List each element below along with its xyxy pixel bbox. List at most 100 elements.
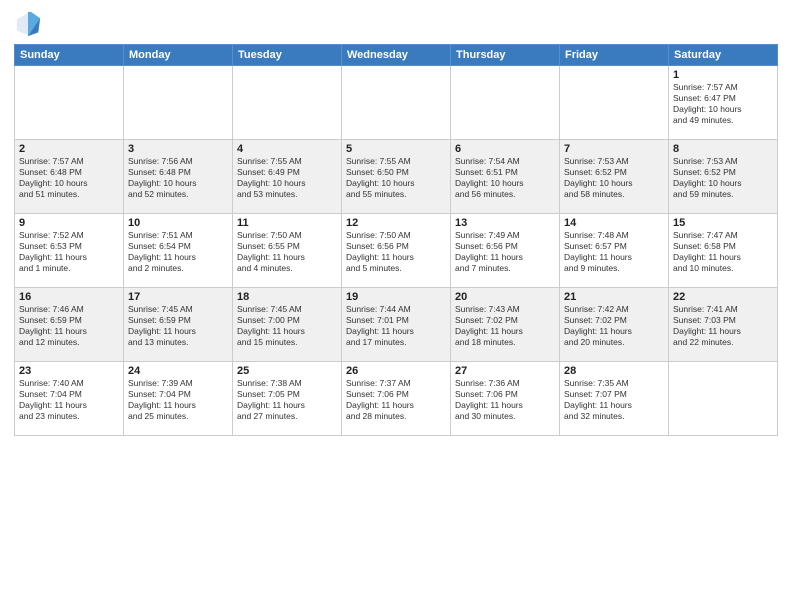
day-info: Sunrise: 7:41 AM Sunset: 7:03 PM Dayligh… [673, 304, 773, 348]
calendar-week-row: 16Sunrise: 7:46 AM Sunset: 6:59 PM Dayli… [15, 288, 778, 362]
day-number: 27 [455, 365, 555, 377]
day-info: Sunrise: 7:55 AM Sunset: 6:50 PM Dayligh… [346, 156, 446, 200]
day-info: Sunrise: 7:49 AM Sunset: 6:56 PM Dayligh… [455, 230, 555, 274]
calendar-cell: 22Sunrise: 7:41 AM Sunset: 7:03 PM Dayli… [669, 288, 778, 362]
calendar-cell: 28Sunrise: 7:35 AM Sunset: 7:07 PM Dayli… [560, 362, 669, 436]
calendar-cell: 15Sunrise: 7:47 AM Sunset: 6:58 PM Dayli… [669, 214, 778, 288]
calendar-cell [342, 66, 451, 140]
day-number: 4 [237, 143, 337, 155]
day-number: 18 [237, 291, 337, 303]
calendar-cell [669, 362, 778, 436]
calendar-cell: 17Sunrise: 7:45 AM Sunset: 6:59 PM Dayli… [124, 288, 233, 362]
day-number: 5 [346, 143, 446, 155]
day-info: Sunrise: 7:45 AM Sunset: 7:00 PM Dayligh… [237, 304, 337, 348]
day-info: Sunrise: 7:42 AM Sunset: 7:02 PM Dayligh… [564, 304, 664, 348]
calendar-cell: 11Sunrise: 7:50 AM Sunset: 6:55 PM Dayli… [233, 214, 342, 288]
day-number: 12 [346, 217, 446, 229]
day-number: 13 [455, 217, 555, 229]
day-number: 28 [564, 365, 664, 377]
calendar-cell: 7Sunrise: 7:53 AM Sunset: 6:52 PM Daylig… [560, 140, 669, 214]
day-number: 19 [346, 291, 446, 303]
calendar-cell [15, 66, 124, 140]
calendar-cell: 18Sunrise: 7:45 AM Sunset: 7:00 PM Dayli… [233, 288, 342, 362]
calendar-cell: 23Sunrise: 7:40 AM Sunset: 7:04 PM Dayli… [15, 362, 124, 436]
day-info: Sunrise: 7:56 AM Sunset: 6:48 PM Dayligh… [128, 156, 228, 200]
calendar-cell: 6Sunrise: 7:54 AM Sunset: 6:51 PM Daylig… [451, 140, 560, 214]
day-number: 9 [19, 217, 119, 229]
calendar-header-monday: Monday [124, 45, 233, 66]
calendar-cell: 8Sunrise: 7:53 AM Sunset: 6:52 PM Daylig… [669, 140, 778, 214]
calendar-header-sunday: Sunday [15, 45, 124, 66]
day-info: Sunrise: 7:50 AM Sunset: 6:55 PM Dayligh… [237, 230, 337, 274]
calendar-header-tuesday: Tuesday [233, 45, 342, 66]
day-number: 22 [673, 291, 773, 303]
calendar-cell [560, 66, 669, 140]
calendar-cell: 16Sunrise: 7:46 AM Sunset: 6:59 PM Dayli… [15, 288, 124, 362]
day-info: Sunrise: 7:53 AM Sunset: 6:52 PM Dayligh… [673, 156, 773, 200]
calendar-cell: 14Sunrise: 7:48 AM Sunset: 6:57 PM Dayli… [560, 214, 669, 288]
day-number: 6 [455, 143, 555, 155]
calendar-week-row: 1Sunrise: 7:57 AM Sunset: 6:47 PM Daylig… [15, 66, 778, 140]
day-number: 14 [564, 217, 664, 229]
calendar-cell: 21Sunrise: 7:42 AM Sunset: 7:02 PM Dayli… [560, 288, 669, 362]
day-info: Sunrise: 7:44 AM Sunset: 7:01 PM Dayligh… [346, 304, 446, 348]
calendar-cell: 19Sunrise: 7:44 AM Sunset: 7:01 PM Dayli… [342, 288, 451, 362]
day-number: 1 [673, 69, 773, 81]
day-info: Sunrise: 7:39 AM Sunset: 7:04 PM Dayligh… [128, 378, 228, 422]
day-info: Sunrise: 7:47 AM Sunset: 6:58 PM Dayligh… [673, 230, 773, 274]
day-info: Sunrise: 7:38 AM Sunset: 7:05 PM Dayligh… [237, 378, 337, 422]
logo [14, 10, 46, 38]
day-info: Sunrise: 7:50 AM Sunset: 6:56 PM Dayligh… [346, 230, 446, 274]
calendar-cell: 20Sunrise: 7:43 AM Sunset: 7:02 PM Dayli… [451, 288, 560, 362]
day-number: 17 [128, 291, 228, 303]
day-info: Sunrise: 7:54 AM Sunset: 6:51 PM Dayligh… [455, 156, 555, 200]
calendar-cell: 1Sunrise: 7:57 AM Sunset: 6:47 PM Daylig… [669, 66, 778, 140]
logo-icon [14, 10, 42, 38]
day-number: 23 [19, 365, 119, 377]
day-info: Sunrise: 7:35 AM Sunset: 7:07 PM Dayligh… [564, 378, 664, 422]
calendar-week-row: 23Sunrise: 7:40 AM Sunset: 7:04 PM Dayli… [15, 362, 778, 436]
calendar-cell: 25Sunrise: 7:38 AM Sunset: 7:05 PM Dayli… [233, 362, 342, 436]
calendar-header-saturday: Saturday [669, 45, 778, 66]
calendar-cell: 10Sunrise: 7:51 AM Sunset: 6:54 PM Dayli… [124, 214, 233, 288]
day-number: 26 [346, 365, 446, 377]
day-info: Sunrise: 7:55 AM Sunset: 6:49 PM Dayligh… [237, 156, 337, 200]
calendar-cell: 9Sunrise: 7:52 AM Sunset: 6:53 PM Daylig… [15, 214, 124, 288]
calendar-cell: 3Sunrise: 7:56 AM Sunset: 6:48 PM Daylig… [124, 140, 233, 214]
day-info: Sunrise: 7:40 AM Sunset: 7:04 PM Dayligh… [19, 378, 119, 422]
page: SundayMondayTuesdayWednesdayThursdayFrid… [0, 0, 792, 612]
calendar-cell: 13Sunrise: 7:49 AM Sunset: 6:56 PM Dayli… [451, 214, 560, 288]
day-number: 15 [673, 217, 773, 229]
day-number: 8 [673, 143, 773, 155]
day-number: 2 [19, 143, 119, 155]
calendar-header-friday: Friday [560, 45, 669, 66]
calendar-cell: 4Sunrise: 7:55 AM Sunset: 6:49 PM Daylig… [233, 140, 342, 214]
day-number: 16 [19, 291, 119, 303]
day-number: 3 [128, 143, 228, 155]
calendar-cell: 24Sunrise: 7:39 AM Sunset: 7:04 PM Dayli… [124, 362, 233, 436]
day-info: Sunrise: 7:57 AM Sunset: 6:47 PM Dayligh… [673, 82, 773, 126]
calendar-cell [451, 66, 560, 140]
day-number: 24 [128, 365, 228, 377]
day-info: Sunrise: 7:48 AM Sunset: 6:57 PM Dayligh… [564, 230, 664, 274]
header [14, 10, 778, 38]
calendar-week-row: 2Sunrise: 7:57 AM Sunset: 6:48 PM Daylig… [15, 140, 778, 214]
calendar-cell: 12Sunrise: 7:50 AM Sunset: 6:56 PM Dayli… [342, 214, 451, 288]
calendar-cell [124, 66, 233, 140]
calendar-week-row: 9Sunrise: 7:52 AM Sunset: 6:53 PM Daylig… [15, 214, 778, 288]
day-info: Sunrise: 7:53 AM Sunset: 6:52 PM Dayligh… [564, 156, 664, 200]
day-number: 11 [237, 217, 337, 229]
day-number: 21 [564, 291, 664, 303]
day-number: 25 [237, 365, 337, 377]
calendar-header-wednesday: Wednesday [342, 45, 451, 66]
day-info: Sunrise: 7:57 AM Sunset: 6:48 PM Dayligh… [19, 156, 119, 200]
day-info: Sunrise: 7:45 AM Sunset: 6:59 PM Dayligh… [128, 304, 228, 348]
calendar-header-row: SundayMondayTuesdayWednesdayThursdayFrid… [15, 45, 778, 66]
day-info: Sunrise: 7:37 AM Sunset: 7:06 PM Dayligh… [346, 378, 446, 422]
day-info: Sunrise: 7:43 AM Sunset: 7:02 PM Dayligh… [455, 304, 555, 348]
calendar-cell [233, 66, 342, 140]
day-info: Sunrise: 7:36 AM Sunset: 7:06 PM Dayligh… [455, 378, 555, 422]
calendar-cell: 5Sunrise: 7:55 AM Sunset: 6:50 PM Daylig… [342, 140, 451, 214]
day-number: 20 [455, 291, 555, 303]
calendar-cell: 26Sunrise: 7:37 AM Sunset: 7:06 PM Dayli… [342, 362, 451, 436]
